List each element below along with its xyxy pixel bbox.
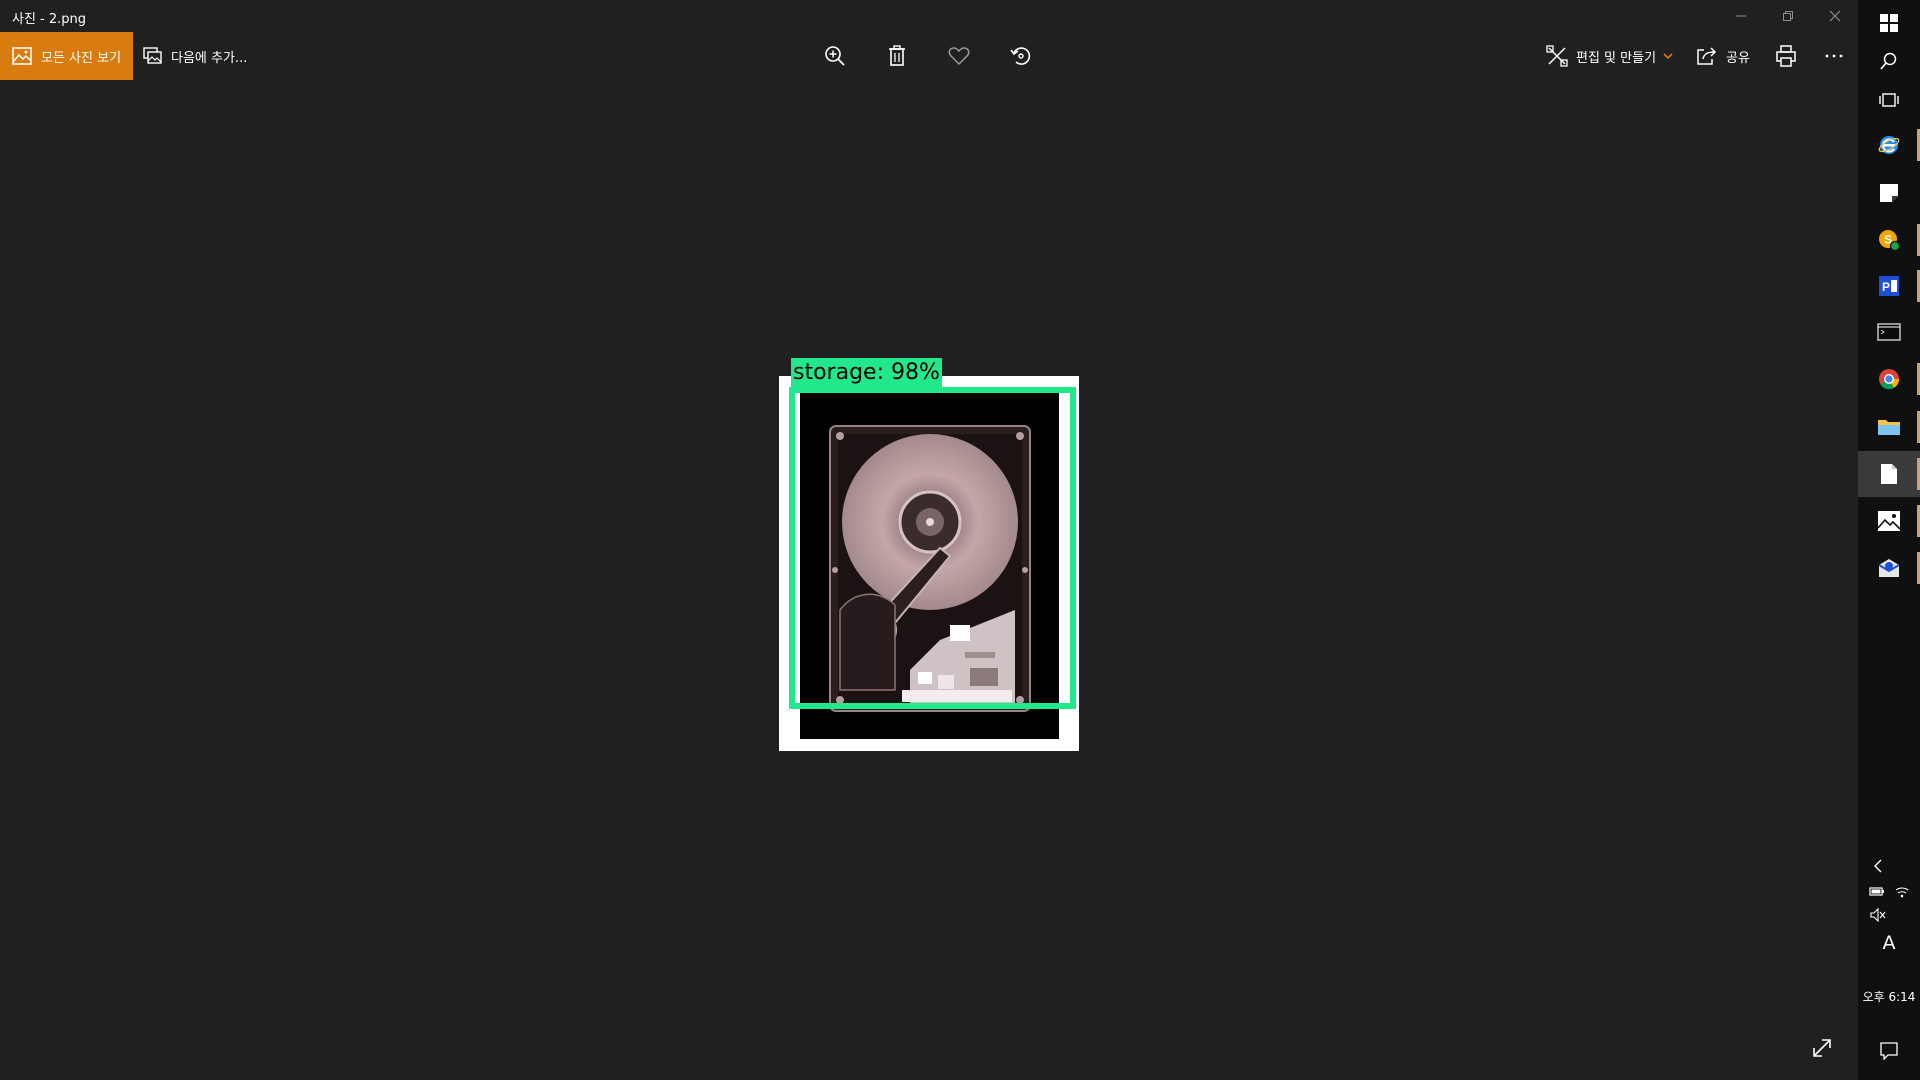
share-label: 공유: [1726, 50, 1750, 66]
rotate-icon: [1010, 47, 1031, 65]
edit-create-label: 편집 및 만들기: [1576, 50, 1657, 66]
sticky-notes-icon: [1880, 184, 1898, 202]
taskbar-skype[interactable]: S: [1858, 217, 1920, 263]
delete-icon: [889, 45, 905, 66]
taskbar-notepad[interactable]: [1858, 451, 1920, 497]
task-view-icon: [1879, 93, 1899, 107]
toolbar: 모든 사진 보기 다음에 추가... 편집 및 만들기 공유: [0, 32, 1858, 80]
taskbar: S P A 오후 6:14: [1858, 0, 1920, 1080]
file-explorer-icon: [1878, 420, 1900, 435]
edit-create-button[interactable]: 편집 및 만들기: [1546, 32, 1673, 80]
chevron-left-icon: [1874, 859, 1882, 873]
internet-explorer-icon: [1878, 136, 1900, 154]
restore-icon: [1783, 11, 1793, 21]
add-to-label: 다음에 추가...: [171, 50, 248, 66]
photo-gallery-icon: [12, 47, 32, 65]
volume-button[interactable]: [1858, 906, 1920, 924]
zoom-button[interactable]: [811, 32, 859, 80]
battery-icon[interactable]: [1869, 885, 1885, 897]
favorite-button[interactable]: [935, 32, 983, 80]
start-icon: [1880, 14, 1898, 32]
taskbar-photos[interactable]: [1858, 498, 1920, 544]
detection-label: storage: 98%: [791, 358, 942, 388]
task-view-button[interactable]: [1858, 77, 1920, 123]
more-icon: [1825, 54, 1843, 58]
share-button[interactable]: 공유: [1696, 32, 1750, 80]
minimize-icon: [1736, 15, 1746, 17]
taskbar-outlook[interactable]: [1858, 545, 1920, 591]
chevron-down-icon: [1663, 53, 1673, 60]
notifications-icon: [1880, 1042, 1898, 1060]
taskbar-chrome[interactable]: [1858, 356, 1920, 402]
action-center-button[interactable]: [1858, 1040, 1920, 1062]
add-to-button[interactable]: 다음에 추가...: [143, 32, 247, 80]
project-icon: P: [1879, 276, 1899, 296]
zoom-in-icon: [825, 46, 845, 66]
rotate-button[interactable]: [997, 32, 1045, 80]
search-icon: [1880, 52, 1897, 70]
input-method-indicator[interactable]: A: [1858, 932, 1920, 954]
outlook-icon: [1878, 559, 1900, 577]
detection-bounding-box: [789, 387, 1076, 709]
taskbar-sticky-notes[interactable]: [1858, 170, 1920, 216]
taskbar-internet-explorer[interactable]: [1858, 122, 1920, 168]
delete-button[interactable]: [873, 32, 921, 80]
taskbar-terminal[interactable]: [1858, 309, 1920, 355]
print-icon: [1776, 45, 1796, 67]
restore-button[interactable]: [1765, 0, 1811, 32]
photos-app-window: 사진 - 2.png 모든 사진 보기 다음에 추가... 편집 및 만들기 공…: [0, 0, 1858, 1080]
tray-status-row: [1858, 882, 1920, 900]
title-bar: 사진 - 2.png: [0, 0, 1858, 32]
expand-icon: [1813, 1039, 1831, 1057]
taskbar-clock[interactable]: 오후 6:14: [1858, 988, 1920, 1005]
full-screen-button[interactable]: [1808, 1034, 1836, 1062]
network-icon[interactable]: [1895, 884, 1909, 898]
photos-icon: [1877, 511, 1901, 531]
show-hidden-icons-button[interactable]: [1858, 856, 1920, 876]
window-title: 사진 - 2.png: [12, 12, 87, 27]
more-button[interactable]: [1810, 32, 1858, 80]
terminal-icon: [1877, 323, 1901, 341]
all-photos-button[interactable]: 모든 사진 보기: [0, 32, 133, 80]
taskbar-file-explorer[interactable]: [1858, 404, 1920, 450]
skype-icon: S: [1879, 230, 1901, 252]
notepad-icon: [1881, 464, 1897, 484]
share-icon: [1697, 47, 1717, 65]
favorite-icon: [948, 47, 970, 66]
all-photos-label: 모든 사진 보기: [41, 50, 122, 66]
volume-muted-icon: [1870, 908, 1886, 922]
add-to-album-icon: [143, 47, 162, 64]
minimize-button[interactable]: [1718, 0, 1764, 32]
chrome-icon: [1879, 369, 1900, 390]
close-button[interactable]: [1812, 0, 1858, 32]
print-button[interactable]: [1762, 32, 1810, 80]
close-icon: [1829, 10, 1841, 22]
svg-text:P: P: [1882, 280, 1890, 294]
taskbar-project[interactable]: P: [1858, 263, 1920, 309]
edit-create-icon: [1546, 45, 1568, 67]
